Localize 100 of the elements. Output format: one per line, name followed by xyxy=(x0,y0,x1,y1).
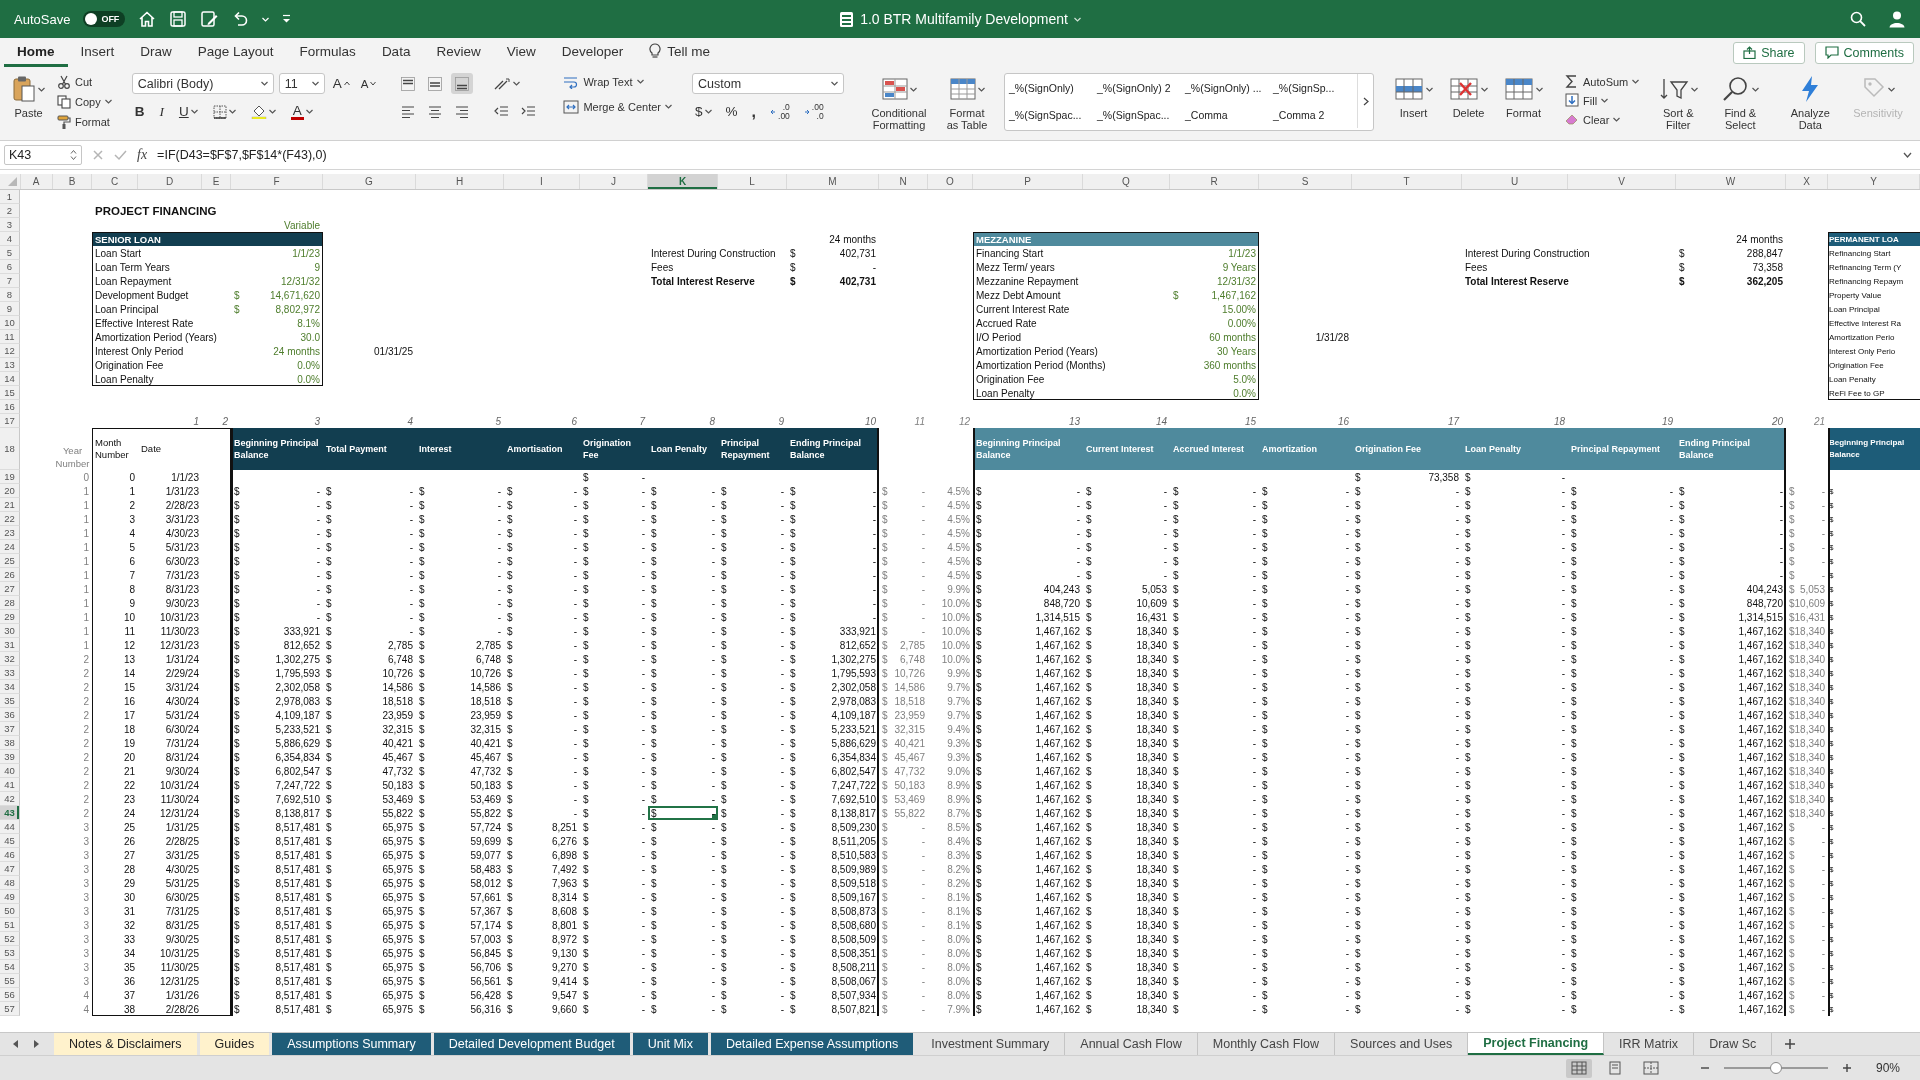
column-header[interactable]: U xyxy=(1462,174,1568,189)
row-header[interactable]: 19 xyxy=(0,470,20,484)
autosum-button[interactable]: AutoSum xyxy=(1563,73,1642,90)
caret-icon[interactable] xyxy=(305,109,313,114)
caret-icon[interactable] xyxy=(104,99,112,104)
caret-icon[interactable] xyxy=(1426,86,1434,92)
chevron-right-icon[interactable] xyxy=(1362,96,1369,106)
row-header[interactable]: 54 xyxy=(0,960,20,974)
row-header[interactable]: 55 xyxy=(0,974,20,988)
column-header[interactable]: A xyxy=(20,174,53,189)
caret-icon[interactable] xyxy=(977,86,985,92)
row-header[interactable]: 43 xyxy=(0,806,20,820)
column-header[interactable]: C xyxy=(92,174,138,189)
row-header[interactable]: 40 xyxy=(0,764,20,778)
row-header[interactable]: 14 xyxy=(0,372,20,386)
decrease-decimal-button[interactable]: .00 .0 xyxy=(800,101,827,122)
row-header[interactable]: 9 xyxy=(0,302,20,316)
clear-button[interactable]: Clear xyxy=(1563,111,1642,128)
column-header[interactable]: I xyxy=(504,174,580,189)
caret-icon[interactable] xyxy=(909,86,917,92)
row-header[interactable]: 38 xyxy=(0,736,20,750)
row-header[interactable]: 29 xyxy=(0,610,20,624)
ribbon-tab[interactable]: Page Layout xyxy=(184,38,287,67)
row-header[interactable]: 17 xyxy=(0,414,20,428)
caret-icon[interactable] xyxy=(665,104,673,109)
align-bottom-button[interactable] xyxy=(451,73,474,94)
row-header[interactable]: 42 xyxy=(0,792,20,806)
row-header[interactable]: 37 xyxy=(0,722,20,736)
column-header[interactable]: X xyxy=(1786,174,1828,189)
row-header[interactable]: 36 xyxy=(0,708,20,722)
row-header[interactable]: 15 xyxy=(0,386,20,400)
row-header[interactable]: 7 xyxy=(0,274,20,288)
column-header[interactable]: R xyxy=(1170,174,1259,189)
caret-icon[interactable] xyxy=(513,81,521,86)
row-header[interactable]: 2 xyxy=(0,204,20,218)
shrink-font-button[interactable]: A xyxy=(357,73,380,94)
slider-thumb[interactable] xyxy=(1769,1062,1782,1074)
percent-button[interactable]: % xyxy=(722,101,741,122)
cell-style[interactable]: _Comma xyxy=(1181,108,1270,121)
name-box[interactable]: K43 xyxy=(4,145,82,165)
function-button[interactable]: fx xyxy=(137,147,148,163)
underline-button[interactable]: U xyxy=(175,101,201,122)
row-header[interactable]: 45 xyxy=(0,834,20,848)
caret-icon[interactable] xyxy=(260,81,268,86)
row-header[interactable]: 10 xyxy=(0,316,20,330)
cell-style[interactable]: _%(SignOnly) 2 xyxy=(1093,81,1182,94)
search-icon[interactable] xyxy=(1850,11,1866,27)
fill-button[interactable]: Fill xyxy=(1563,92,1642,109)
column-header[interactable]: L xyxy=(718,174,787,189)
column-header[interactable]: Y xyxy=(1828,174,1920,189)
account-icon[interactable] xyxy=(1888,10,1906,28)
customize-icon[interactable] xyxy=(282,14,292,24)
row-header[interactable]: 52 xyxy=(0,932,20,946)
caret-icon[interactable] xyxy=(831,81,839,86)
row-header[interactable]: 6 xyxy=(0,260,20,274)
row-header[interactable]: 53 xyxy=(0,946,20,960)
conditional-formatting-button[interactable]: Conditional Formatting xyxy=(862,73,937,131)
column-header[interactable]: Q xyxy=(1083,174,1170,189)
caret-icon[interactable] xyxy=(1632,79,1640,84)
caret-icon[interactable] xyxy=(636,79,644,84)
row-header[interactable]: 49 xyxy=(0,890,20,904)
row-header[interactable]: 32 xyxy=(0,652,20,666)
column-header[interactable]: M xyxy=(787,174,879,189)
caret-icon[interactable] xyxy=(1536,86,1544,92)
ribbon-tab[interactable]: View xyxy=(493,38,549,67)
cut-button[interactable]: Cut xyxy=(55,73,114,90)
row-header[interactable]: 13 xyxy=(0,358,20,372)
row-header[interactable]: 27 xyxy=(0,582,20,596)
analyze-data-button[interactable]: Analyze Data xyxy=(1783,73,1838,131)
caret-icon[interactable] xyxy=(1601,98,1609,103)
caret-icon[interactable] xyxy=(38,86,45,92)
edit-document-icon[interactable] xyxy=(200,10,219,28)
row-header[interactable]: 57 xyxy=(0,1002,20,1016)
row-header[interactable]: 18 xyxy=(0,428,20,470)
font-color-button[interactable]: A xyxy=(287,101,316,122)
zoom-in-icon[interactable] xyxy=(1841,1063,1852,1073)
column-header[interactable]: P xyxy=(973,174,1083,189)
sheet-tab[interactable]: Unit Mix xyxy=(632,1033,711,1055)
caret-icon[interactable] xyxy=(228,109,236,114)
row-header[interactable]: 16 xyxy=(0,400,20,414)
cell-style[interactable]: _%(SignOnly) ... xyxy=(1181,81,1270,94)
next-sheet-icon[interactable] xyxy=(33,1039,40,1049)
caret-icon[interactable] xyxy=(1613,117,1621,122)
column-header[interactable]: S xyxy=(1259,174,1352,189)
zoom-slider[interactable] xyxy=(1723,1062,1828,1074)
cell-style[interactable]: _%(SignSp... xyxy=(1269,81,1358,94)
currency-button[interactable]: $ xyxy=(692,101,715,122)
ribbon-tab[interactable]: Review xyxy=(423,38,494,67)
row-header[interactable]: 23 xyxy=(0,526,20,540)
font-name-dropdown[interactable]: Calibri (Body) xyxy=(131,73,274,94)
row-header[interactable]: 22 xyxy=(0,512,20,526)
ribbon-tab[interactable]: Formulas xyxy=(286,38,369,67)
sheet-tab[interactable]: Assumptions Summary xyxy=(272,1033,434,1055)
row-header[interactable]: 3 xyxy=(0,218,20,232)
tell-me-search[interactable]: Tell me xyxy=(636,38,723,67)
caret-icon[interactable] xyxy=(1481,86,1489,92)
cell-style[interactable]: _Comma 2 xyxy=(1269,108,1358,121)
zoom-level[interactable]: 90% xyxy=(1875,1061,1900,1075)
merge-center-button[interactable]: Merge & Center xyxy=(561,98,675,115)
sheet-tab[interactable]: Detailed Development Budget xyxy=(433,1033,633,1055)
